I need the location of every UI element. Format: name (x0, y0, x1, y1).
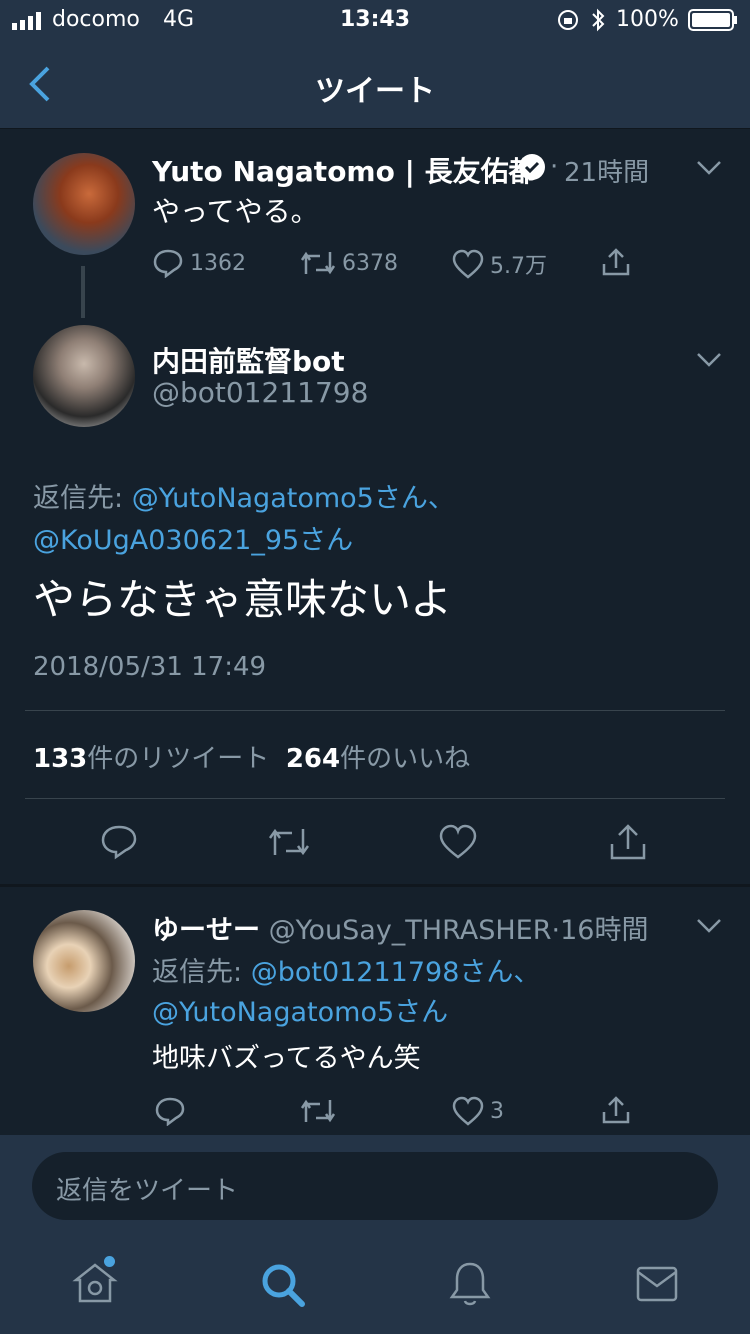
mention-link[interactable]: @KoUgA030621_95さん (33, 518, 353, 557)
search-icon (262, 1264, 305, 1307)
reply-button[interactable] (100, 824, 138, 860)
battery-percent: 100% (616, 7, 679, 32)
like-button[interactable]: 3 (452, 1096, 504, 1126)
engagement-stats: 133件のリツイート 264件のいいね (33, 738, 470, 775)
tab-search[interactable] (260, 1262, 306, 1308)
tweet-timestamp: 2018/05/31 17:49 (33, 652, 267, 682)
like-button[interactable] (439, 824, 477, 860)
like-count: 5.7万 (490, 254, 547, 279)
mention-link[interactable]: @bot01211798さん、 (251, 957, 541, 988)
bluetooth-icon (590, 8, 606, 32)
clock: 13:43 (340, 7, 411, 32)
retweet-button[interactable]: 6378 (300, 248, 398, 278)
reply-icon (153, 249, 183, 278)
notification-dot (104, 1256, 115, 1267)
divider (25, 710, 725, 711)
author-handle[interactable]: @bot01211798 (152, 376, 368, 409)
like-count-label[interactable]: 件のいいね (340, 744, 470, 774)
chevron-down-icon[interactable] (696, 352, 722, 368)
share-button[interactable] (608, 822, 648, 862)
like-button[interactable]: 5.7万 (452, 248, 547, 280)
verified-badge-icon (518, 153, 546, 181)
author-handle[interactable]: @YouSay_THRASHER (269, 915, 552, 946)
tab-messages[interactable] (636, 1266, 678, 1302)
retweet-count-label[interactable]: 件のリツイート (87, 744, 269, 774)
retweet-button[interactable] (300, 1096, 336, 1126)
author-name[interactable]: Yuto Nagatomo | 長友佑都 (152, 150, 537, 190)
tab-home[interactable] (72, 1260, 118, 1306)
reply-icon (101, 825, 137, 860)
status-bar: docomo 4G 13:43 100% (0, 0, 750, 40)
retweet-count[interactable]: 133 (33, 744, 87, 774)
like-count[interactable]: 264 (286, 744, 340, 774)
tweet-time: 21時間 (564, 158, 650, 188)
share-icon (602, 1096, 630, 1124)
author-name[interactable]: ゆーせー (152, 915, 260, 946)
divider (25, 798, 725, 799)
like-count: 3 (490, 1098, 504, 1124)
thread-line (81, 266, 85, 318)
reply-placeholder: 返信をツイート (56, 1176, 239, 1206)
network-label: 4G (163, 7, 195, 32)
retweet-count: 6378 (342, 250, 398, 276)
chevron-down-icon[interactable] (696, 918, 722, 934)
carrier-label: docomo (52, 7, 140, 32)
share-button[interactable] (600, 1094, 632, 1126)
tab-notifications[interactable] (448, 1260, 492, 1308)
mention-link[interactable]: @YutoNagatomo5さん (152, 990, 448, 1029)
chevron-down-icon[interactable] (696, 160, 722, 176)
mail-icon (636, 1266, 678, 1302)
rotation-lock-icon (556, 9, 580, 31)
share-icon (602, 248, 630, 276)
author-name[interactable]: 内田前監督bot (152, 340, 345, 380)
tweet-text: やってやる。 (152, 195, 319, 228)
signal-icon (12, 12, 48, 30)
avatar[interactable] (33, 910, 135, 1012)
tweet-text: やらなきゃ意味ないよ (33, 575, 453, 624)
tweet-text: 地味バズってるやん笑 (152, 1043, 421, 1074)
page-title: ツイート (315, 74, 435, 109)
avatar[interactable] (33, 153, 135, 255)
reply-count: 1362 (190, 250, 246, 276)
reply-to-label: 返信先: (152, 957, 243, 988)
bell-icon (449, 1262, 491, 1306)
reply-icon (155, 1097, 185, 1126)
reply-to-label: 返信先: (33, 483, 124, 514)
reply-input[interactable]: 返信をツイート (32, 1152, 718, 1220)
share-icon (610, 824, 646, 860)
reply-button[interactable]: 1362 (152, 248, 246, 278)
battery-icon (688, 9, 738, 31)
mention-link[interactable]: @YutoNagatomo5さん、 (132, 483, 455, 514)
heart-icon (452, 1096, 484, 1126)
retweet-icon (268, 828, 310, 856)
retweet-icon (300, 251, 336, 275)
retweet-icon (300, 1099, 336, 1123)
share-button[interactable] (600, 246, 632, 278)
tweet-time: 16時間 (560, 915, 649, 946)
heart-icon (452, 249, 484, 279)
reply-button[interactable] (154, 1096, 186, 1126)
avatar[interactable] (33, 325, 135, 427)
retweet-button[interactable] (268, 824, 310, 860)
home-icon (72, 1263, 118, 1303)
section-divider (0, 884, 750, 887)
heart-icon (439, 824, 477, 859)
